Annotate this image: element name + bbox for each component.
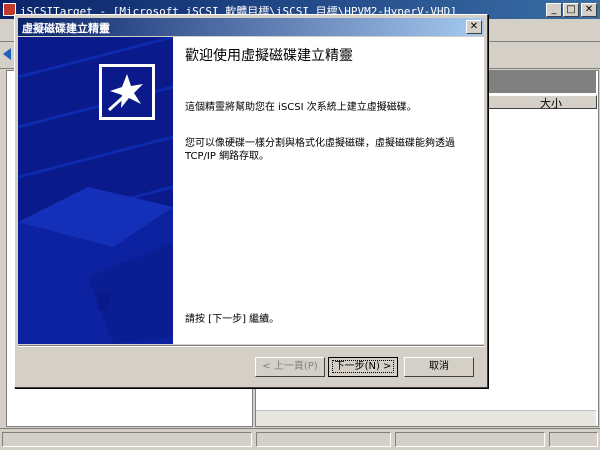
wizard-magic-wand-icon [102,67,152,117]
wizard-content: 歡迎使用虛擬磁碟建立精靈 這個精靈將幫助您在 iSCSI 次系統上建立虛擬磁碟。… [173,37,484,344]
next-button-label: 下一步(N) > [331,360,395,373]
status-cell [256,432,391,447]
next-button[interactable]: 下一步(N) > [328,357,398,377]
wizard-icon-frame [99,64,155,120]
wizard-heading: 歡迎使用虛擬磁碟建立精靈 [185,48,353,64]
wizard-titlebar[interactable]: 虛擬磁碟建立精靈 ✕ [18,18,484,36]
cancel-button[interactable]: 取消 [404,357,474,377]
wizard-intro-text: 這個精靈將幫助您在 iSCSI 次系統上建立虛擬磁碟。 [185,102,417,113]
horizontal-scrollbar[interactable] [256,410,596,426]
button-separator [18,345,484,347]
wizard-dialog: 虛擬磁碟建立精靈 ✕ 歡迎使用虛擬磁碟建立精靈 這個精靈將幫助您在 iSCSI … [14,14,488,388]
maximize-button[interactable]: □ [563,3,579,17]
minimize-button[interactable]: _ [546,3,562,17]
status-bar [0,428,600,450]
back-button[interactable]: < 上一頁(P) [255,357,325,377]
wizard-title: 虛擬磁碟建立精靈 [22,22,110,35]
status-cell [395,432,545,447]
wizard-banner [18,37,173,344]
status-cell [2,432,252,447]
wizard-description-text: 您可以像硬碟一樣分割與格式化虛擬磁碟，虛擬磁碟能夠透過 TCP/IP 網路存取。 [185,138,455,162]
status-cell [549,432,598,447]
close-button[interactable]: ✕ [581,3,597,17]
back-arrow-icon[interactable] [2,47,12,61]
wizard-close-button[interactable]: ✕ [466,20,482,34]
column-header-size[interactable]: 大小 [540,95,562,111]
wizard-continue-text: 請按 [下一步] 繼續。 [185,314,280,325]
